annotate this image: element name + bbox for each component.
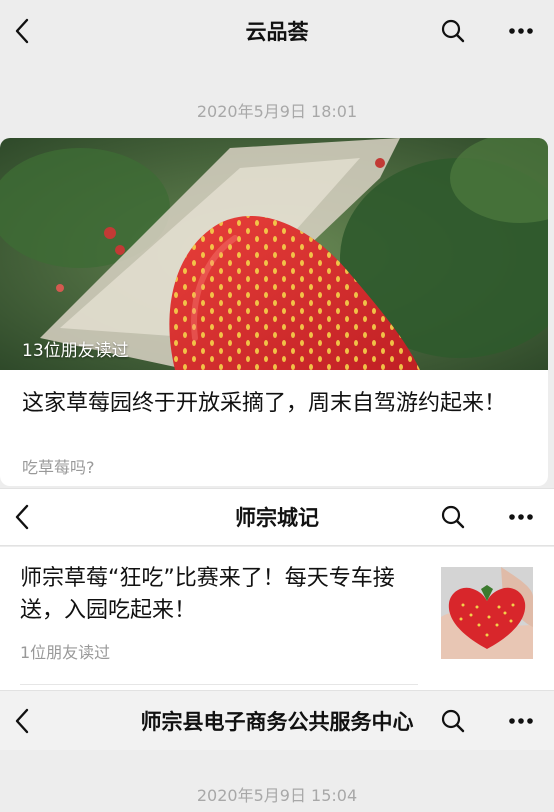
friends-read-count: 13位朋友读过 [22,341,129,361]
more-icon[interactable] [506,16,536,46]
chevron-left-icon[interactable] [8,503,36,531]
account-nav-bar: 师宗县电子商务公共服务中心 [0,690,554,750]
article-list-item[interactable]: 师宗草莓“狂吃”比赛来了！每天专车接送，入园吃起来！ 1位朋友读过 [0,547,554,690]
chevron-left-icon[interactable] [8,17,36,45]
account-title: 云品荟 [245,20,309,44]
message-timestamp: 2020年5月9日 18:01 [196,102,358,121]
more-icon[interactable] [506,706,536,736]
article-title[interactable]: 师宗草莓“狂吃”比赛来了！每天专车接送，入园吃起来！ [20,563,432,627]
search-icon[interactable] [438,502,468,532]
heart-strawberry-photo [441,567,533,659]
article-card[interactable]: 13位朋友读过 这家草莓园终于开放采摘了，周末自驾游约起来！ 吃草莓吗? [0,138,548,486]
account-title: 师宗城记 [235,506,319,530]
search-icon[interactable] [438,16,468,46]
friends-read-count: 1位朋友读过 [20,643,111,662]
account-title: 师宗县电子商务公共服务中心 [140,709,414,734]
more-icon[interactable] [506,502,536,532]
divider [20,684,418,685]
article-title[interactable]: 这家草莓园终于开放采摘了，周末自驾游约起来！ [22,388,522,420]
top-nav-bar: 云品荟 [0,0,554,62]
chevron-left-icon[interactable] [8,707,36,735]
account-nav-bar: 师宗城记 [0,488,554,546]
article-summary: 吃草莓吗? [22,458,95,477]
search-icon[interactable] [438,706,468,736]
message-timestamp: 2020年5月9日 15:04 [196,786,358,805]
